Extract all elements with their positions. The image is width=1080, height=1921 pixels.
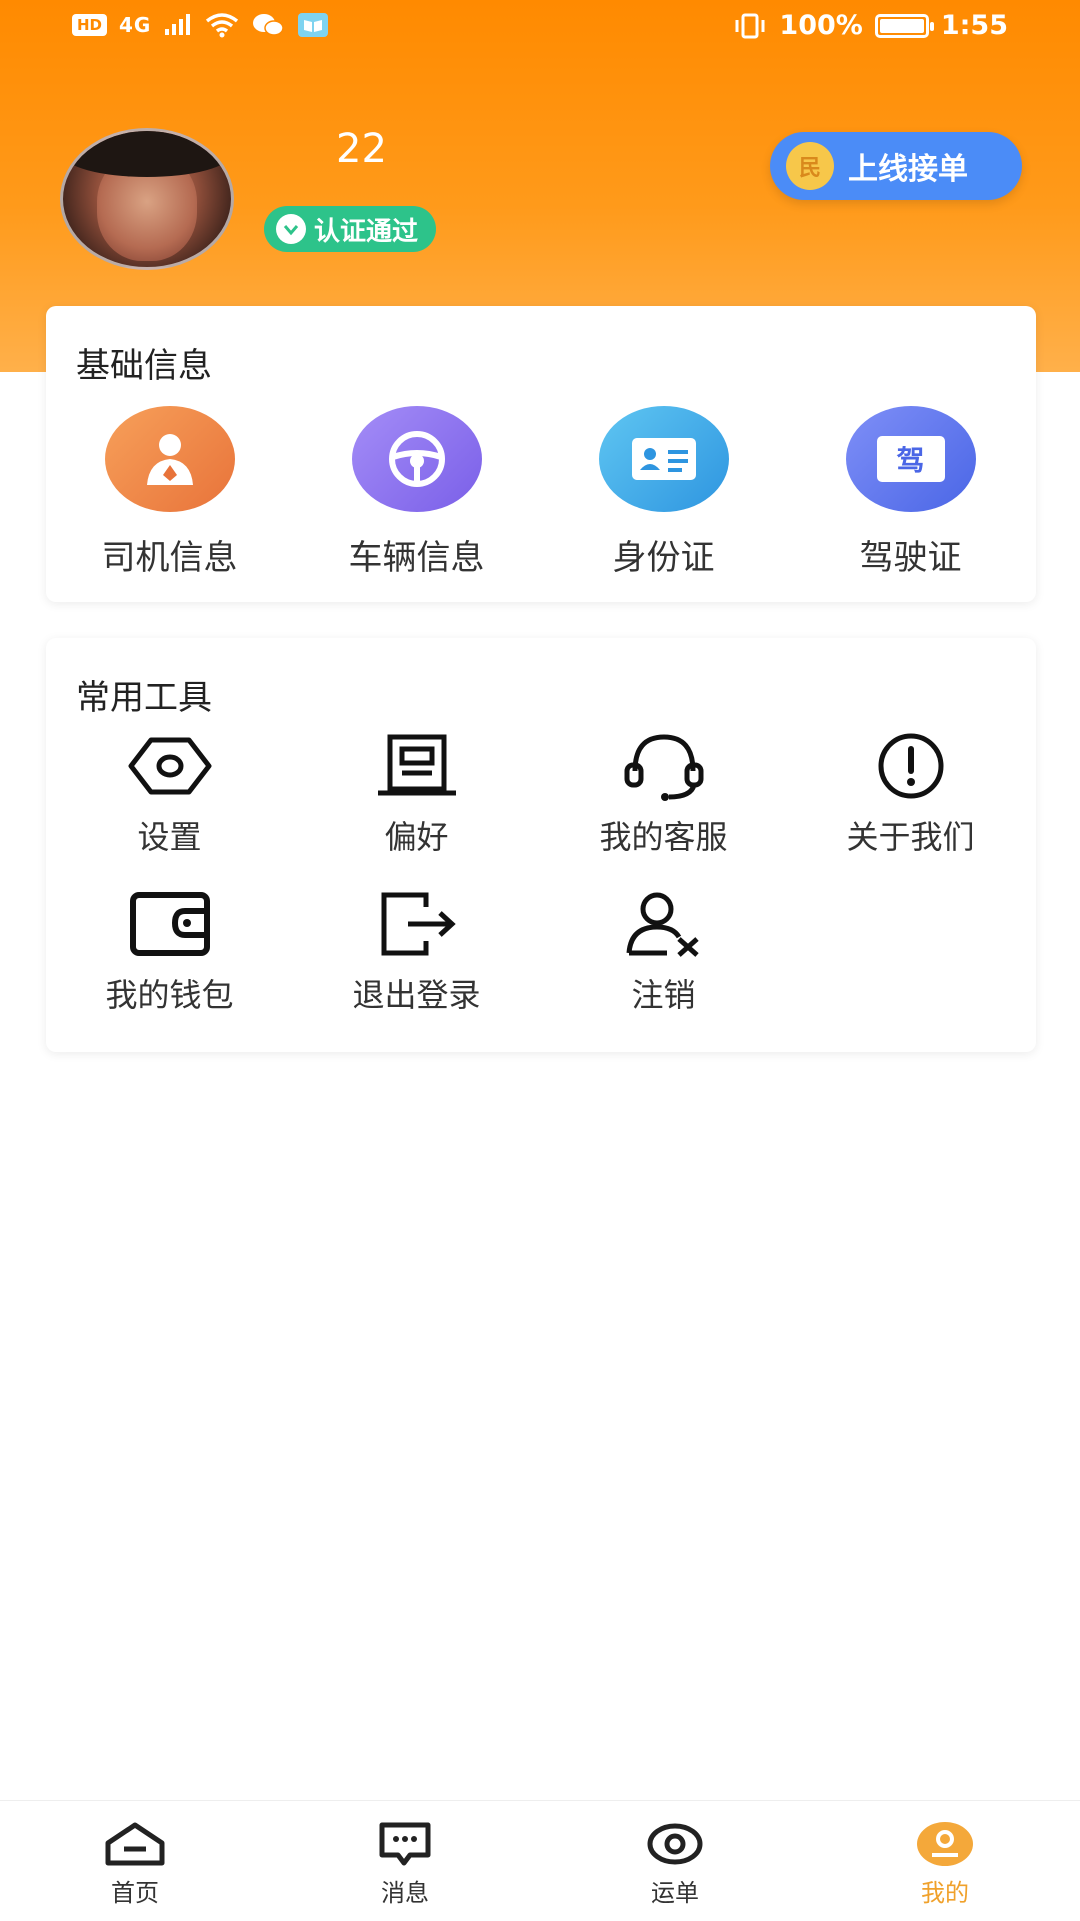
user-name: 22 (336, 126, 387, 172)
driving-license-label: 驾驶证 (859, 538, 962, 578)
go-online-button[interactable]: 民 上线接单 (770, 132, 1022, 200)
id-card-icon (631, 438, 696, 480)
preference-icon (377, 734, 456, 796)
driver-info-item[interactable]: 司机信息 (46, 406, 293, 579)
customer-service-label: 我的客服 (599, 818, 728, 856)
id-card-label: 身份证 (612, 538, 715, 578)
wallet-icon (129, 892, 210, 956)
info-icon (878, 733, 943, 799)
logout-tool[interactable]: 退出登录 (293, 888, 540, 1046)
about-us-tool[interactable]: 关于我们 (787, 730, 1034, 888)
wifi-icon (206, 13, 239, 38)
driver-info-label: 司机信息 (101, 538, 238, 578)
logout-icon (381, 892, 456, 956)
vehicle-info-item[interactable]: 车辆信息 (293, 406, 540, 579)
logout-label: 退出登录 (352, 976, 481, 1014)
preference-label: 偏好 (384, 818, 449, 856)
tab-profile[interactable]: 我的 (810, 1801, 1080, 1921)
delete-account-label: 注销 (631, 976, 696, 1014)
tab-waybill[interactable]: 运单 (540, 1801, 810, 1921)
vehicle-info-label: 车辆信息 (348, 538, 485, 578)
battery-percent: 100% (779, 10, 863, 41)
message-icon (379, 1822, 431, 1866)
avatar[interactable] (60, 128, 234, 270)
verified-badge: 认证通过 (264, 206, 437, 252)
delete-account-tool[interactable]: 注销 (540, 888, 787, 1046)
hd-badge: HD (72, 14, 108, 36)
settings-icon (128, 737, 211, 795)
clock: 1:55 (940, 10, 1008, 41)
signal-icon (165, 14, 191, 35)
basic-info-title: 基础信息 (76, 346, 212, 386)
tab-waybill-label: 运单 (651, 1879, 699, 1907)
tab-home[interactable]: 首页 (0, 1801, 270, 1921)
bottom-nav: 首页 消息 运单 我的 (0, 1800, 1080, 1921)
driver-icon (146, 434, 193, 485)
waybill-icon (647, 1823, 703, 1865)
driving-license-item[interactable]: 驾 驾驶证 (787, 406, 1034, 579)
wallet-label: 我的钱包 (105, 976, 234, 1014)
tab-home-label: 首页 (111, 1879, 159, 1907)
book-app-icon (298, 13, 329, 37)
check-icon (276, 214, 306, 244)
customer-service-tool[interactable]: 我的客服 (540, 730, 787, 888)
tab-messages[interactable]: 消息 (270, 1801, 540, 1921)
headset-icon (624, 734, 703, 801)
basic-info-grid: 司机信息 车辆信息 身份证 驾 驾驶证 (46, 406, 1036, 579)
about-us-label: 关于我们 (846, 818, 975, 856)
license-badge-text: 驾 (896, 444, 925, 477)
preference-tool[interactable]: 偏好 (293, 730, 540, 888)
coin-icon: 民 (786, 142, 834, 190)
settings-tool[interactable]: 设置 (46, 730, 293, 888)
tools-grid: 设置 偏好 我的客服 关于我们 我的钱包 退出登录 注销 (46, 730, 1036, 1046)
tab-messages-label: 消息 (381, 1879, 429, 1907)
go-online-label: 上线接单 (848, 152, 968, 187)
id-card-item[interactable]: 身份证 (540, 406, 787, 579)
basic-info-card: 基础信息 司机信息 车辆信息 身份证 驾 驾驶证 (46, 306, 1036, 602)
profile-icon (917, 1822, 973, 1866)
vibrate-icon (735, 13, 765, 38)
settings-label: 设置 (137, 818, 202, 856)
battery-icon (874, 13, 934, 38)
license-icon: 驾 (876, 436, 945, 482)
tab-profile-label: 我的 (921, 1879, 969, 1907)
tools-card: 常用工具 设置 偏好 我的客服 关于我们 我的钱包 退出登录 注销 (46, 638, 1036, 1052)
status-bar: HD 4G 100% 1:55 (0, 0, 1080, 60)
steering-wheel-icon (388, 431, 445, 487)
wechat-icon (253, 14, 285, 36)
verified-text: 认证通过 (314, 216, 419, 247)
network-type: 4G (119, 13, 152, 37)
home-icon (105, 1822, 165, 1866)
wallet-tool[interactable]: 我的钱包 (46, 888, 293, 1046)
tools-title: 常用工具 (76, 678, 212, 718)
delete-user-icon (626, 892, 699, 957)
